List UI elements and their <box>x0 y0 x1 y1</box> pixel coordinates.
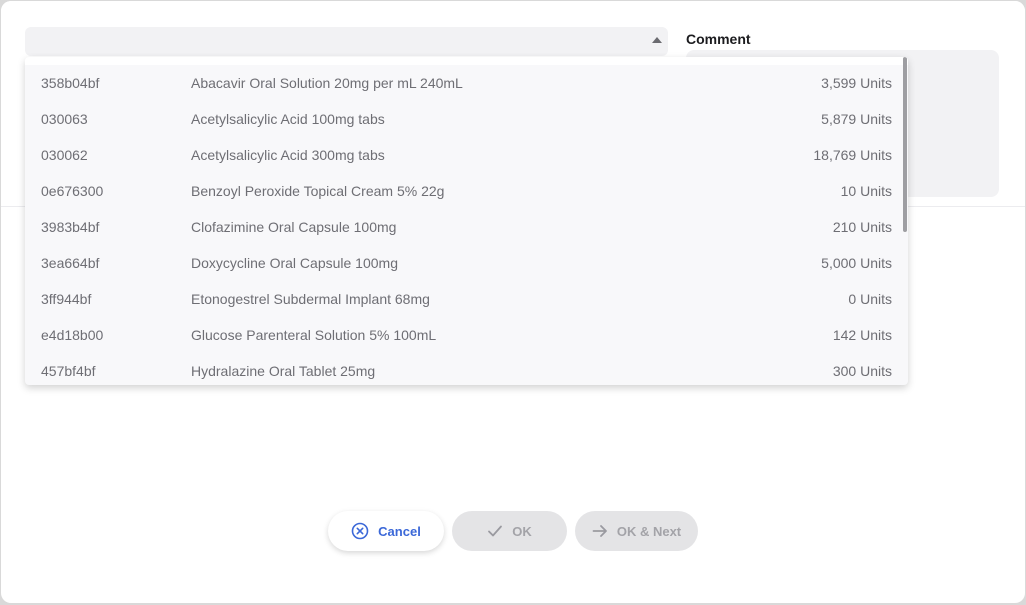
item-quantity: 5,879 Units <box>821 111 892 127</box>
dropdown-option[interactable]: 3983b4bf Clofazimine Oral Capsule 100mg 21… <box>25 209 901 245</box>
dropdown-option[interactable]: 358b04bf Abacavir Oral Solution 20mg per … <box>25 65 901 101</box>
item-quantity: 18,769 Units <box>813 147 892 163</box>
ok-next-label: OK & Next <box>616 523 682 539</box>
ok-button[interactable]: OK <box>452 511 567 551</box>
item-quantity: 0 Units <box>848 291 892 307</box>
dropdown-option[interactable]: 030063 Acetylsalicylic Acid 100mg tabs 5,8… <box>25 101 901 137</box>
item-code: 030062 <box>41 147 88 163</box>
item-code: 3983b4bf <box>41 219 100 235</box>
item-name: Acetylsalicylic Acid 300mg tabs <box>191 147 385 163</box>
item-name: Acetylsalicylic Acid 100mg tabs <box>191 111 385 127</box>
item-code: e4d18b00 <box>41 327 104 343</box>
item-quantity: 3,599 Units <box>821 75 892 91</box>
cancel-circle-x-icon <box>351 522 369 540</box>
dropdown-option[interactable]: e4d18b00 Glucose Parenteral Solution 5% 1… <box>25 317 901 353</box>
dropdown-option[interactable]: 3ff944bf Etonogestrel Subdermal Implant 6… <box>25 281 901 317</box>
item-code: 457bf4bf <box>41 363 96 379</box>
item-code: 0e676300 <box>41 183 104 199</box>
item-name: Benzoyl Peroxide Topical Cream 5% 22g <box>191 183 445 199</box>
cancel-label: Cancel <box>378 523 421 539</box>
item-quantity: 210 Units <box>832 219 892 235</box>
ok-next-button[interactable]: OK & Next <box>575 511 698 551</box>
arrow-right-icon <box>592 524 608 538</box>
item-name: Doxycycline Oral Capsule 100mg <box>191 255 398 271</box>
item-code: 030063 <box>41 111 88 127</box>
dropdown-top-strip <box>25 57 908 65</box>
item-code: 358b04bf <box>41 75 100 91</box>
item-select[interactable] <box>25 27 668 56</box>
item-name: Clofazimine Oral Capsule 100mg <box>191 219 397 235</box>
dropdown-option[interactable]: 457bf4bf Hydralazine Oral Tablet 25mg 300 … <box>25 353 901 385</box>
cancel-button[interactable]: Cancel <box>328 511 444 551</box>
item-name: Glucose Parenteral Solution 5% 100mL <box>191 327 437 343</box>
item-dropdown-list[interactable]: 358b04bf Abacavir Oral Solution 20mg per … <box>25 57 908 385</box>
item-code: 3ff944bf <box>41 291 92 307</box>
item-quantity: 10 Units <box>840 183 892 199</box>
modal-dialog: Comment 358b04bf Abacavir Oral Solution 2… <box>1 1 1025 603</box>
item-code: 3ea664bf <box>41 255 100 271</box>
caret-up-icon[interactable] <box>652 37 662 43</box>
comment-label: Comment <box>686 31 751 47</box>
item-quantity: 300 Units <box>832 363 892 379</box>
item-name: Abacavir Oral Solution 20mg per mL 240mL <box>191 75 463 91</box>
item-name: Hydralazine Oral Tablet 25mg <box>191 363 376 379</box>
dropdown-option[interactable]: 030062 Acetylsalicylic Acid 300mg tabs 18,… <box>25 137 901 173</box>
check-icon <box>487 524 503 538</box>
item-quantity: 5,000 Units <box>821 255 892 271</box>
item-name: Etonogestrel Subdermal Implant 68mg <box>191 291 430 307</box>
item-quantity: 142 Units <box>832 327 892 343</box>
dropdown-scrollbar[interactable] <box>903 57 907 232</box>
dropdown-option[interactable]: 0e676300 Benzoyl Peroxide Topical Cream 5… <box>25 173 901 209</box>
dropdown-option[interactable]: 3ea664bf Doxycycline Oral Capsule 100mg 5,… <box>25 245 901 281</box>
ok-label: OK <box>512 523 532 539</box>
